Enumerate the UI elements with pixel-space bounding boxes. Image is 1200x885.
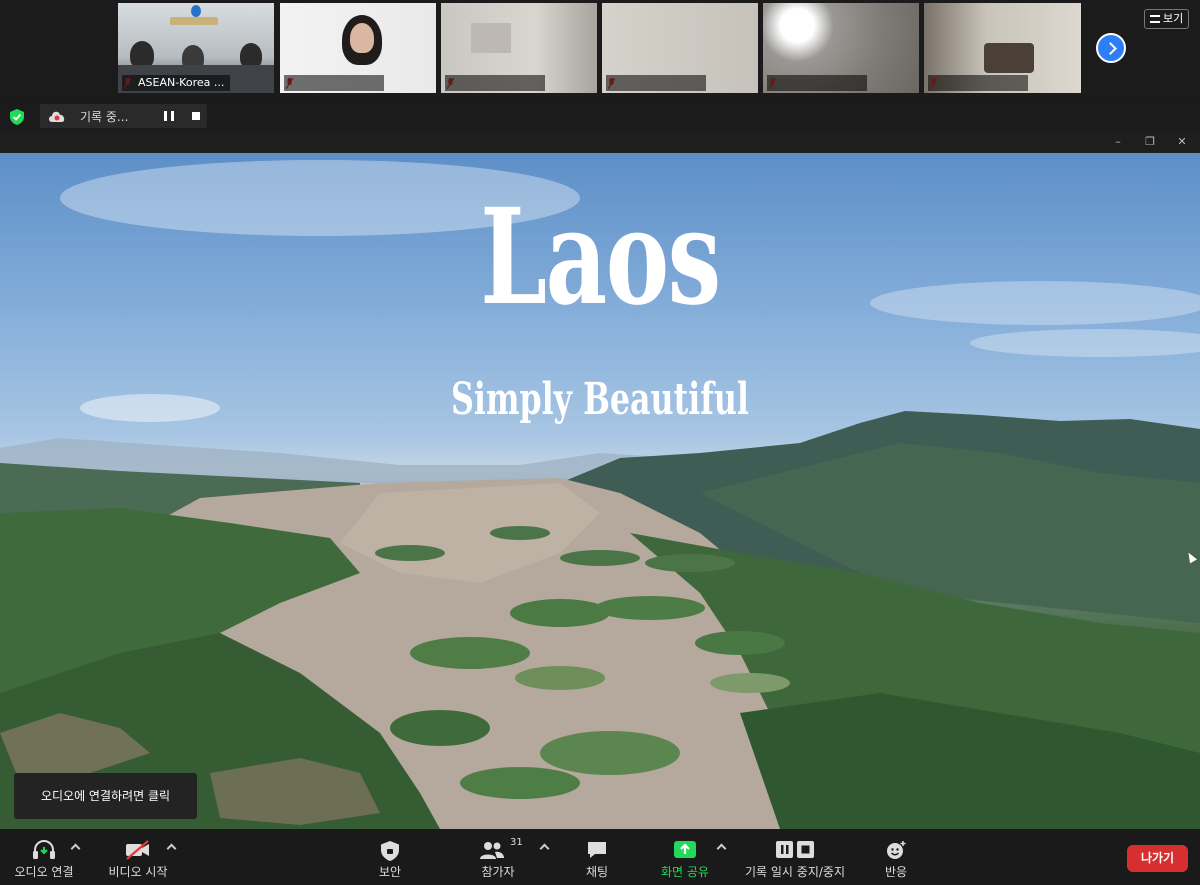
emoji-reaction-icon [887, 841, 906, 859]
security-shield-icon [381, 841, 399, 861]
leave-meeting-button[interactable]: 나가기 [1127, 845, 1188, 872]
video-off-icon [126, 840, 149, 860]
participant-name [767, 75, 867, 91]
participants-button[interactable]: 31 참가자 [468, 831, 528, 885]
next-page-button[interactable] [1096, 33, 1126, 63]
shared-screen-titlebar: – ❐ ✕ [0, 131, 1200, 153]
participant-tile[interactable] [602, 3, 758, 93]
shield-icon[interactable] [10, 109, 24, 125]
grid-view-icon [1150, 15, 1160, 23]
background-object [984, 43, 1034, 73]
security-button-label: 보안 [378, 865, 402, 879]
participants-icon [480, 842, 504, 859]
video-button[interactable]: 비디오 시작 [100, 831, 176, 885]
participant-strip: ASEAN-Korea ... 보기 [0, 0, 1200, 98]
chat-button[interactable]: 채팅 [570, 831, 624, 885]
participant-tile[interactable] [280, 3, 436, 93]
participant-name [284, 75, 384, 91]
participant-name [606, 75, 706, 91]
security-button[interactable]: 보안 [360, 831, 420, 885]
audio-connect-tooltip[interactable]: 오디오에 연결하려면 클릭 [14, 773, 197, 819]
audio-button-label: 오디오 연결 [14, 865, 74, 879]
share-screen-icon [674, 841, 696, 858]
recording-bar: 기록 중... [0, 101, 1200, 129]
participant-tile[interactable] [763, 3, 919, 93]
minimize-icon[interactable]: – [1110, 134, 1126, 150]
background-object [471, 23, 511, 53]
reactions-button-label: 반응 [884, 865, 908, 879]
view-button-label: 보기 [1163, 12, 1184, 25]
cloud-recording-icon [49, 111, 65, 122]
participant-name [928, 75, 1028, 91]
recording-status-label: 기록 중... [80, 110, 129, 124]
zoom-meeting-window: ASEAN-Korea ... 보기 기록 중... – ❐ ✕ Laos Si… [0, 0, 1200, 885]
view-button[interactable]: 보기 [1144, 9, 1189, 29]
close-icon[interactable]: ✕ [1174, 134, 1190, 150]
share-screen-button[interactable]: 화면 공유 [650, 831, 720, 885]
shared-screen: Laos Simply Beautiful [0, 153, 1200, 829]
person-face [350, 23, 374, 53]
participants-button-label: 참가자 [481, 865, 515, 879]
participants-options-caret-icon[interactable] [539, 843, 550, 854]
recording-controls-button[interactable]: 기록 일시 중지/중지 [738, 831, 852, 885]
recording-indicator: 기록 중... [40, 104, 207, 128]
background-sign [170, 17, 218, 25]
restore-icon[interactable]: ❐ [1142, 134, 1158, 150]
meeting-toolbar: 오디오 연결 비디오 시작 보안 31 참가자 채팅 화면 공유 기록 일시 중… [0, 831, 1200, 885]
background-logo [191, 5, 201, 17]
headphones-icon [33, 840, 55, 859]
share-screen-button-label: 화면 공유 [661, 865, 709, 879]
audio-button[interactable]: 오디오 연결 [6, 831, 82, 885]
reactions-button[interactable]: 반응 [868, 831, 924, 885]
stop-recording-icon[interactable] [192, 112, 200, 120]
participant-tile[interactable] [441, 3, 597, 93]
participant-name: ASEAN-Korea ... [122, 75, 231, 91]
pause-recording-icon[interactable] [164, 111, 174, 121]
recording-controls-label: 기록 일시 중지/중지 [745, 865, 845, 879]
participants-count: 31 [510, 837, 523, 848]
slide-subtitle: Simply Beautiful [451, 374, 749, 425]
slide-title: Laos [480, 180, 721, 335]
chat-bubble-icon [588, 842, 606, 858]
participant-tile[interactable] [924, 3, 1081, 93]
video-button-label: 비디오 시작 [108, 865, 168, 879]
pause-stop-recording-icon [776, 841, 814, 858]
participant-tile[interactable]: ASEAN-Korea ... [118, 3, 274, 93]
chat-button-label: 채팅 [585, 865, 609, 879]
participant-name [445, 75, 545, 91]
